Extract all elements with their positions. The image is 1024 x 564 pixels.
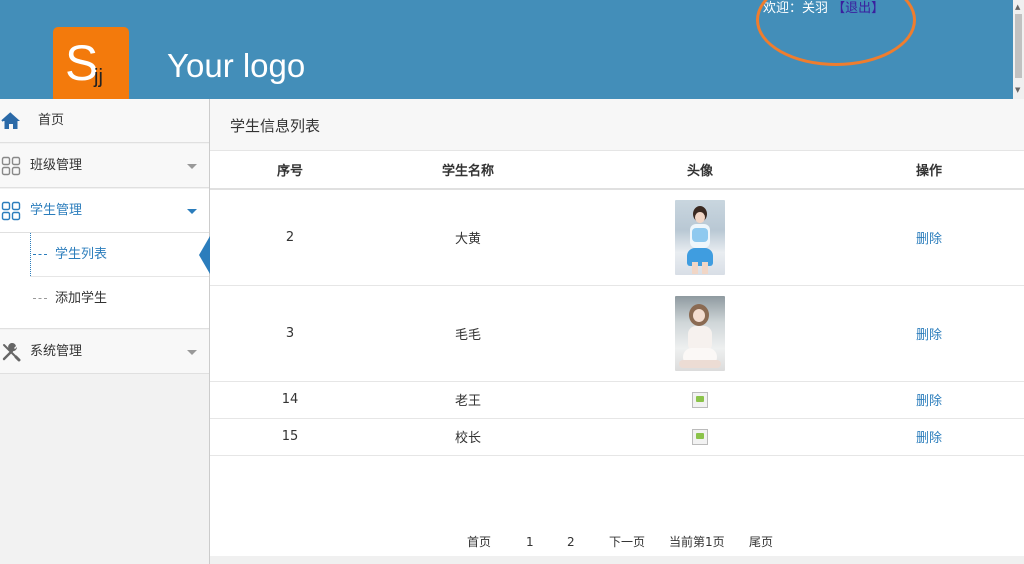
pagination: 首页 1 2 下一页 当前第1页 尾页 — [210, 532, 1024, 552]
broken-image-icon — [692, 391, 708, 408]
page-title-bar: 学生信息列表 — [210, 99, 1024, 151]
grid-icon — [1, 156, 21, 176]
student-submenu: 学生列表 添加学生 — [0, 233, 210, 329]
student-avatar-photo — [675, 199, 725, 275]
column-header-name: 学生名称 — [370, 151, 566, 190]
sidebar-item-class-management[interactable]: 班级管理 — [0, 144, 209, 188]
tree-line — [30, 233, 31, 276]
welcome-user: 欢迎：关羽 — [763, 1, 829, 16]
sidebar-item-label: 系统管理 — [30, 344, 83, 359]
column-header-actions: 操作 — [834, 151, 1024, 190]
sidebar-item-label: 首页 — [38, 113, 65, 128]
sidebar: 首页 班级管理 学生管理 学生列表 添加学生 系统管理 — [0, 99, 210, 564]
submenu-item-add-student[interactable]: 添加学生 — [0, 277, 209, 320]
cell-avatar — [566, 189, 834, 286]
cell-avatar — [566, 285, 834, 382]
student-avatar-photo — [675, 295, 725, 371]
chevron-down-icon — [187, 350, 197, 355]
cell-name: 老王 — [370, 381, 566, 419]
scroll-up-arrow-icon[interactable]: ▲ — [1015, 3, 1020, 11]
cell-avatar — [566, 381, 834, 419]
submenu-item-label: 学生列表 — [55, 247, 108, 262]
bottom-bar — [210, 556, 1024, 564]
cell-actions: 删除 — [834, 381, 1024, 419]
pagination-page-2[interactable]: 2 — [567, 532, 575, 552]
home-icon — [1, 112, 20, 129]
pagination-last[interactable]: 尾页 — [749, 532, 773, 552]
cell-avatar — [566, 418, 834, 456]
pagination-page-1[interactable]: 1 — [526, 532, 534, 552]
active-pointer-icon — [199, 236, 210, 274]
chevron-down-icon — [187, 209, 197, 214]
sidebar-item-home[interactable]: 首页 — [0, 99, 209, 143]
chevron-down-icon — [187, 164, 197, 169]
cell-name: 大黄 — [370, 189, 566, 286]
cell-actions: 删除 — [834, 189, 1024, 286]
table-row: 14 老王 删除 — [210, 381, 1024, 419]
pagination-next[interactable]: 下一页 — [609, 532, 645, 552]
tools-icon — [2, 343, 21, 362]
delete-link[interactable]: 删除 — [916, 328, 942, 343]
cell-name: 校长 — [370, 418, 566, 456]
page-title: 学生信息列表 — [230, 117, 321, 135]
cell-id: 3 — [210, 285, 370, 382]
grid-icon — [1, 201, 21, 221]
broken-image-icon — [692, 428, 708, 445]
cell-id: 2 — [210, 189, 370, 286]
logout-link[interactable]: 【退出】 — [832, 1, 884, 16]
column-header-avatar: 头像 — [566, 151, 834, 190]
delete-link[interactable]: 删除 — [916, 232, 942, 247]
sidebar-item-label: 班级管理 — [30, 158, 83, 173]
top-header: S jj Your logo 欢迎：关羽 【退出】 — [0, 0, 1013, 99]
scroll-thumb[interactable] — [1015, 14, 1022, 78]
table-row: 3 毛毛 删除 — [210, 285, 1024, 382]
sidebar-item-label: 学生管理 — [30, 203, 83, 218]
vertical-scrollbar[interactable]: ▲ ▼ — [1013, 0, 1024, 99]
sidebar-item-system-management[interactable]: 系统管理 — [0, 330, 209, 374]
pagination-first[interactable]: 首页 — [467, 532, 491, 552]
cell-name: 毛毛 — [370, 285, 566, 382]
logo-text: Your logo — [167, 47, 306, 84]
column-header-id: 序号 — [210, 151, 370, 190]
cell-id: 14 — [210, 381, 370, 419]
table-row: 2 大黄 删除 — [210, 189, 1024, 286]
student-table: 序号 学生名称 头像 操作 2 大黄 删除 3 毛毛 删除 14 老王 删除 1… — [210, 151, 1024, 456]
logo-sub: jj — [94, 66, 103, 88]
logo-badge: S jj — [53, 27, 129, 99]
main-content: 学生信息列表 序号 学生名称 头像 操作 2 大黄 删除 3 毛毛 删除 14 … — [210, 99, 1024, 564]
table-header-row: 序号 学生名称 头像 操作 — [210, 151, 1024, 190]
tree-dash — [33, 254, 47, 255]
scroll-down-arrow-icon[interactable]: ▼ — [1015, 86, 1020, 94]
delete-link[interactable]: 删除 — [916, 431, 942, 446]
submenu-item-label: 添加学生 — [55, 291, 108, 306]
delete-link[interactable]: 删除 — [916, 394, 942, 409]
tree-dash — [33, 298, 47, 299]
sidebar-item-student-management[interactable]: 学生管理 — [0, 189, 209, 233]
pagination-current: 当前第1页 — [669, 535, 725, 549]
welcome-message: 欢迎：关羽 【退出】 — [763, 1, 884, 17]
submenu-item-student-list[interactable]: 学生列表 — [0, 233, 210, 276]
cell-actions: 删除 — [834, 285, 1024, 382]
cell-id: 15 — [210, 418, 370, 456]
cell-actions: 删除 — [834, 418, 1024, 456]
table-row: 15 校长 删除 — [210, 418, 1024, 456]
